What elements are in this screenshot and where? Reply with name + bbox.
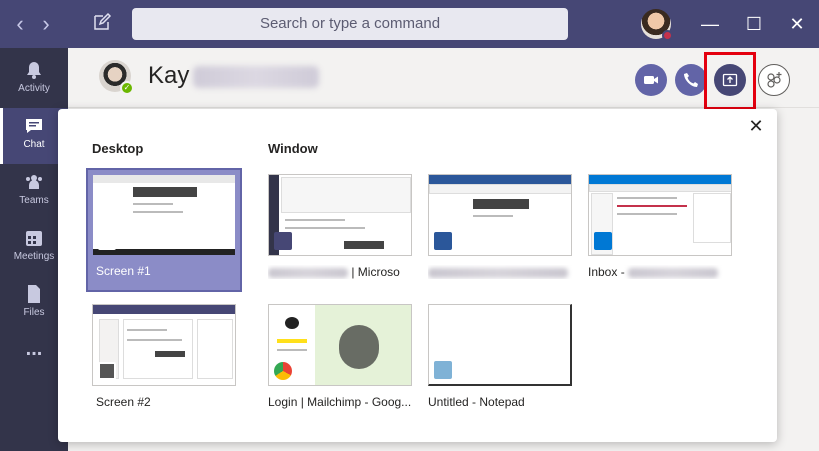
chrome-app-icon (274, 362, 292, 380)
rail-item-label: Teams (19, 195, 49, 206)
file-icon (28, 285, 40, 303)
teams-app-icon (274, 232, 292, 250)
window-section-title: Window (268, 141, 318, 156)
rail-item-activity[interactable]: Activity (0, 52, 68, 108)
share-screen-icon (98, 232, 116, 250)
word-app-icon (434, 232, 452, 250)
desktop-section-title: Desktop (92, 141, 144, 156)
video-call-button[interactable] (635, 64, 667, 96)
notepad-app-icon (434, 361, 452, 379)
add-people-button[interactable] (758, 64, 790, 96)
window-word-caption (428, 265, 574, 279)
presence-busy-icon (662, 30, 673, 41)
forward-arrow-icon[interactable]: › (36, 12, 56, 36)
window-notepad-thumbnail[interactable] (428, 304, 572, 386)
presence-available-icon: ✓ (120, 81, 134, 95)
rail-item-label: Files (23, 307, 45, 318)
add-people-icon (767, 72, 782, 88)
outlook-app-icon (594, 232, 612, 250)
window-outlook-thumbnail[interactable] (588, 174, 732, 256)
window-chrome-thumbnail[interactable] (268, 304, 412, 386)
screen-1-option[interactable]: Screen #1 (86, 168, 242, 292)
video-camera-icon (644, 76, 658, 84)
back-arrow-icon[interactable]: ‹ (10, 12, 30, 36)
minimize-button[interactable]: — (694, 8, 726, 40)
share-tray: ✕ Desktop Window Screen #1 Screen #2 | M… (58, 109, 777, 442)
window-notepad-caption: Untitled - Notepad (428, 395, 525, 409)
chat-icon (26, 119, 42, 133)
screen-2-caption: Screen #2 (96, 395, 151, 409)
user-avatar[interactable] (641, 9, 673, 41)
more-icon: ... (25, 338, 43, 360)
phone-icon (684, 73, 698, 87)
highlight-annotation (704, 52, 756, 110)
redacted-surname (193, 65, 320, 88)
close-window-button[interactable]: ✕ (781, 8, 813, 40)
title-bar: ‹ › Search or type a command — ☐ ✕ (0, 0, 819, 48)
window-outlook-caption: Inbox - (588, 265, 734, 279)
window-chrome-caption: Login | Mailchimp - Goog... (268, 395, 412, 409)
compose-icon[interactable] (92, 12, 116, 36)
calendar-icon (26, 231, 42, 246)
bell-icon (27, 62, 41, 79)
contact-name: Kay (148, 62, 320, 90)
share-screen-icon (98, 362, 116, 380)
search-input[interactable]: Search or type a command (132, 8, 568, 40)
screen-1-thumbnail (92, 174, 236, 256)
screen-1-caption: Screen #1 (96, 264, 151, 278)
audio-call-button[interactable] (675, 64, 707, 96)
teams-icon (26, 175, 42, 189)
maximize-button[interactable]: ☐ (738, 8, 770, 40)
window-teams-caption: | Microso (268, 265, 414, 279)
rail-item-label: Activity (18, 83, 50, 94)
compose-strip (68, 442, 819, 451)
screen-2-thumbnail[interactable] (92, 304, 236, 386)
contact-avatar[interactable]: ✓ (99, 60, 134, 95)
window-teams-thumbnail[interactable] (268, 174, 412, 256)
rail-item-label: Chat (23, 139, 45, 150)
rail-item-label: Meetings (13, 251, 55, 262)
window-word-thumbnail[interactable] (428, 174, 572, 256)
chat-header: ✓ Kay (68, 48, 819, 110)
close-tray-button[interactable]: ✕ (746, 116, 766, 136)
